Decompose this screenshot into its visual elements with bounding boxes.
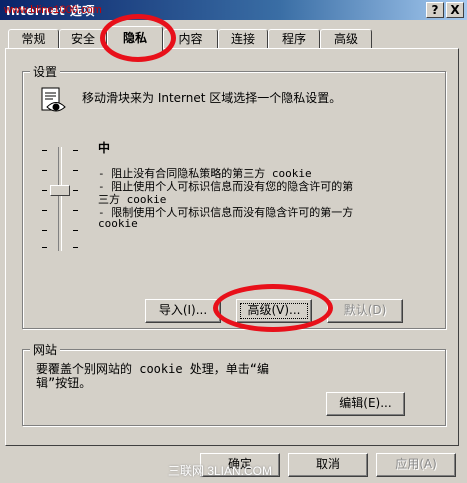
- apply-button[interactable]: 应用(A): [376, 453, 456, 477]
- footer-watermark: 三联网 3LIAN.COM: [168, 464, 273, 478]
- websites-group-label: 网站: [30, 341, 61, 358]
- tab-advanced[interactable]: 高级: [320, 29, 372, 49]
- slider-tick: [73, 210, 78, 211]
- title-bar: Internet 选项 www.bline1000.com ? X: [0, 0, 467, 20]
- settings-intro-text: 移动滑块来为 Internet 区域选择一个隐私设置。: [82, 91, 342, 105]
- watermark-text: www.bline1000.com: [4, 4, 102, 16]
- slider-tick: [73, 247, 78, 248]
- slider-tick: [73, 230, 78, 231]
- default-button[interactable]: 默认(D): [327, 299, 403, 323]
- level-desc-line: cookie: [98, 217, 138, 230]
- slider-tick: [42, 210, 47, 211]
- privacy-document-icon: [38, 86, 68, 116]
- cancel-button[interactable]: 取消: [288, 453, 368, 477]
- slider-tick: [42, 150, 47, 151]
- slider-tick: [73, 170, 78, 171]
- import-button[interactable]: 导入(I)...: [145, 299, 221, 323]
- slider-tick: [73, 150, 78, 151]
- tab-programs[interactable]: 程序: [268, 29, 320, 49]
- tab-connections[interactable]: 连接: [218, 29, 268, 49]
- help-button[interactable]: ?: [426, 2, 444, 18]
- close-button[interactable]: X: [446, 2, 464, 18]
- tab-security[interactable]: 安全: [59, 29, 107, 49]
- slider-tick: [42, 190, 47, 191]
- slider-track: [58, 147, 62, 251]
- privacy-slider[interactable]: [40, 147, 80, 257]
- slider-tick: [42, 247, 47, 248]
- slider-tick: [73, 190, 78, 191]
- settings-group: [22, 71, 446, 329]
- websites-text-line2: 辑”按钮。: [36, 376, 92, 390]
- advanced-button[interactable]: 高级(V)...: [236, 299, 312, 323]
- slider-thumb[interactable]: [50, 185, 70, 196]
- edit-button[interactable]: 编辑(E)...: [326, 392, 405, 416]
- tab-content[interactable]: 内容: [163, 29, 218, 49]
- tab-general[interactable]: 常规: [8, 29, 59, 49]
- privacy-level-label: 中: [98, 141, 111, 155]
- settings-group-label: 设置: [30, 63, 61, 80]
- tab-privacy[interactable]: 隐私: [107, 26, 163, 51]
- slider-tick: [42, 230, 47, 231]
- slider-tick: [42, 170, 47, 171]
